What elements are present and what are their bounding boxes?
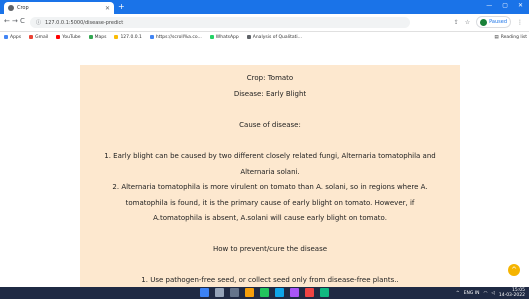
globe-icon [149, 35, 154, 39]
bookmark-item[interactable]: Maps [88, 35, 106, 40]
cause-paragraph-2: 2. Alternaria tomatophila is more virule… [112, 183, 428, 191]
toolbar-actions: ⇪ ☆ Paused ⋮ [454, 16, 523, 28]
disease-info-card: Crop: Tomato Disease: Early Blight Cause… [80, 65, 460, 287]
prevent-heading: How to prevent/cure the disease [212, 245, 328, 253]
bookmark-item[interactable]: Analysis of Qualitati... [246, 35, 302, 40]
cause-paragraph-2-end: A.tomatophila is absent, A.solani will c… [153, 214, 387, 222]
windows-taskbar: ^ ENG IN ◠ ◁ 15:05 14-03-2022 [0, 287, 529, 299]
bookmark-item[interactable]: 127.0.0.1 [114, 35, 142, 40]
app-icon[interactable] [320, 288, 329, 297]
volume-icon[interactable]: ◁ [491, 291, 494, 296]
maps-icon [88, 35, 93, 39]
reading-list-icon: ▤ [494, 34, 499, 40]
profile-button[interactable]: Paused [476, 16, 511, 28]
minimize-icon[interactable]: — [486, 2, 492, 9]
cause-paragraph-2-cont: tomatophila is found, it is the primary … [125, 199, 415, 207]
chevron-up-icon[interactable]: ^ [456, 291, 460, 296]
crop-line: Crop: Tomato [246, 74, 294, 82]
clock[interactable]: 15:05 14-03-2022 [499, 288, 525, 298]
page-content: Crop: Tomato Disease: Early Blight Cause… [0, 42, 529, 287]
profile-label: Paused [489, 19, 507, 25]
menu-icon[interactable]: ⋮ [517, 19, 523, 26]
tab-strip: Crop ✕ + — ▢ ✕ [0, 0, 529, 14]
bookmark-item[interactable]: Gmail [29, 35, 48, 40]
info-icon[interactable]: ⓘ [36, 19, 41, 26]
store-icon[interactable] [290, 288, 299, 297]
bookmarks-bar: Apps Gmail YouTube Maps 127.0.0.1 https:… [0, 32, 529, 42]
reload-icon[interactable]: C [20, 17, 25, 25]
reading-list[interactable]: ▤ Reading list [494, 32, 527, 42]
prevent-item-1: 1. Use pathogen-free seed, or collect se… [141, 276, 399, 284]
browser-chrome: Crop ✕ + — ▢ ✕ ← → C ⓘ 127.0.0.1:5000/di… [0, 0, 529, 42]
whatsapp-icon [209, 35, 214, 39]
cause-paragraph-1-cont: Alternaria solani. [240, 168, 300, 176]
bookmark-item[interactable]: WhatsApp [209, 35, 239, 40]
browser-toolbar: ← → C ⓘ 127.0.0.1:5000/disease-predict ⇪… [0, 14, 529, 32]
wifi-icon[interactable]: ◠ [483, 291, 487, 296]
new-tab-icon[interactable]: + [118, 2, 125, 11]
disease-line: Disease: Early Blight [233, 90, 307, 98]
gmail-icon [29, 35, 34, 39]
address-bar[interactable]: ⓘ 127.0.0.1:5000/disease-predict [30, 17, 410, 28]
bookmark-item[interactable]: https://scroll%a.co... [149, 35, 202, 40]
star-icon[interactable]: ☆ [465, 19, 470, 26]
edge-icon[interactable] [275, 288, 284, 297]
apps-icon [4, 35, 8, 39]
clock-date: 14-03-2022 [498, 293, 525, 298]
maximize-icon[interactable]: ▢ [502, 2, 508, 9]
search-icon[interactable] [215, 288, 224, 297]
bookmark-item[interactable]: YouTube [56, 35, 81, 40]
file-explorer-icon[interactable] [245, 288, 254, 297]
scroll-top-button[interactable]: ^ [508, 264, 520, 276]
cause-heading: Cause of disease: [239, 121, 301, 129]
document-icon [246, 35, 251, 39]
tab-title: Crop [17, 5, 29, 11]
windows-start-icon[interactable] [200, 288, 209, 297]
share-icon[interactable]: ⇪ [454, 19, 459, 26]
language-indicator[interactable]: ENG IN [464, 291, 480, 296]
close-icon[interactable]: ✕ [105, 5, 110, 12]
window-controls: — ▢ ✕ [486, 2, 523, 9]
app-icon[interactable] [305, 288, 314, 297]
close-window-icon[interactable]: ✕ [518, 2, 523, 9]
localhost-icon [114, 35, 119, 39]
task-view-icon[interactable] [230, 288, 239, 297]
tab-crop[interactable]: Crop ✕ [4, 2, 114, 14]
cause-paragraph-1: 1. Early blight can be caused by two dif… [104, 152, 436, 160]
system-tray: ^ ENG IN ◠ ◁ 15:05 14-03-2022 [456, 288, 525, 298]
chrome-icon[interactable] [260, 288, 269, 297]
bookmark-item[interactable]: Apps [4, 35, 21, 40]
back-icon[interactable]: ← [4, 17, 10, 25]
taskbar-apps [200, 288, 329, 297]
forward-icon[interactable]: → [12, 17, 18, 25]
avatar [480, 18, 488, 26]
address-text: 127.0.0.1:5000/disease-predict [45, 19, 124, 26]
youtube-icon [56, 35, 61, 39]
globe-icon [8, 5, 14, 11]
